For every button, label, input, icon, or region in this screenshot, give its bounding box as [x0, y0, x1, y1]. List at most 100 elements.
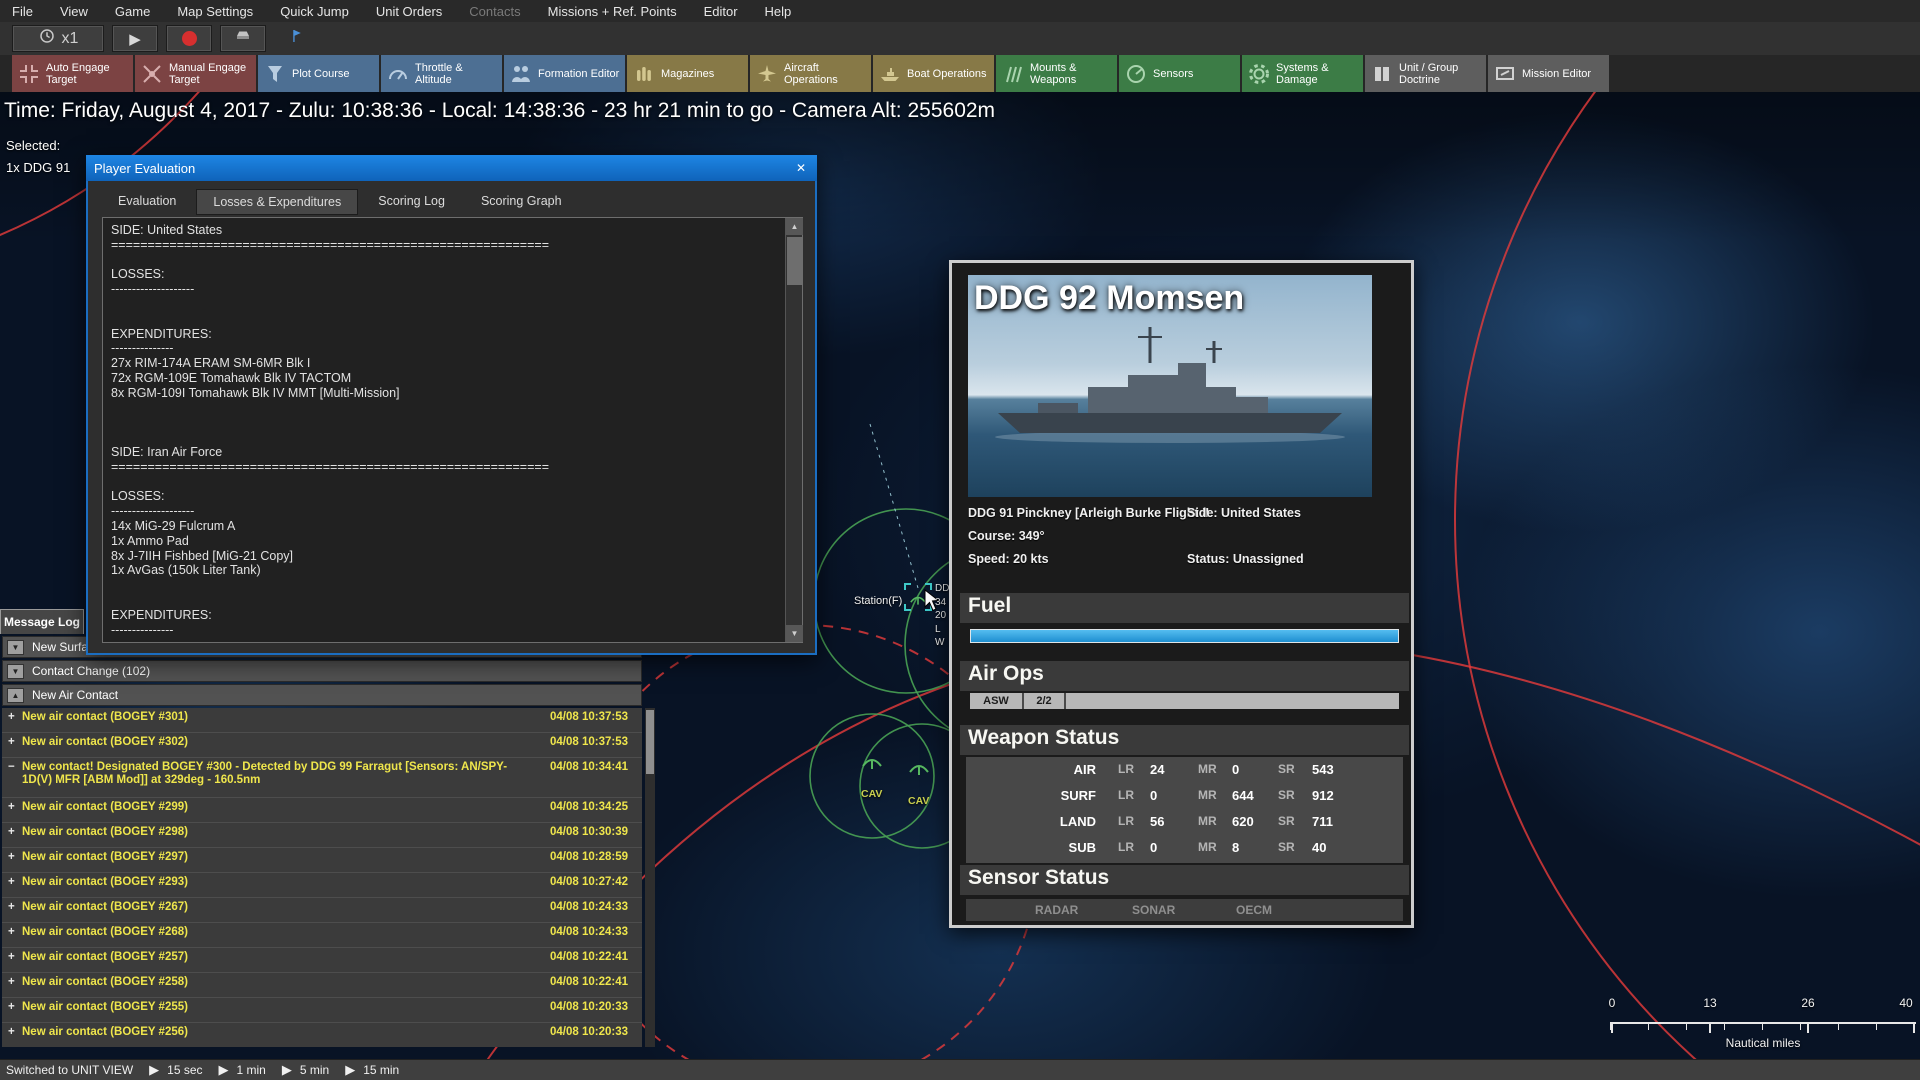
log-entry[interactable]: + New air contact (BOGEY #302) 04/08 10:37…	[2, 733, 642, 758]
scroll-down-icon[interactable]: ▼	[786, 625, 803, 642]
log-group-new-air-contact[interactable]: ▲ New Air Contact	[2, 684, 642, 706]
air-ops-asw-cell[interactable]: ASW	[970, 693, 1024, 709]
weapon-row-land: LAND LR 56 MR 620 SR 711	[1059, 814, 1333, 829]
dialog-title-bar[interactable]: Player Evaluation ✕	[86, 155, 817, 181]
transport-toolbar: x1 ▶	[0, 22, 1920, 55]
log-entry[interactable]: + New air contact (BOGEY #256) 04/08 10:20…	[2, 1023, 642, 1047]
ribbon-button-manual-engage-target[interactable]: Manual Engage Target	[135, 55, 256, 92]
app-window: Station(F) CAV CAV DD 34 20 L W File View …	[0, 0, 1920, 1080]
menu-file[interactable]: File	[12, 4, 33, 19]
message-log-panel: Message Log ▼ New Surfac ▼ Contact Chang…	[0, 609, 660, 1047]
log-entry[interactable]: + New air contact (BOGEY #293) 04/08 10:27…	[2, 873, 642, 898]
scroll-up-icon[interactable]: ▲	[786, 218, 803, 235]
weapon-row-surf: SURF LR 0 MR 644 SR 912	[1060, 788, 1334, 803]
unit-info-panel: DDG 92 Momsen DDG 91 Pinckney [Arleigh B…	[949, 260, 1414, 928]
log-entry[interactable]: + New air contact (BOGEY #268) 04/08 10:24…	[2, 923, 642, 948]
tab-losses-expenditures[interactable]: Losses & Expenditures	[196, 189, 359, 215]
log-entry[interactable]: + New air contact (BOGEY #255) 04/08 10:20…	[2, 998, 642, 1023]
log-entry[interactable]: + New air contact (BOGEY #297) 04/08 10:28…	[2, 848, 642, 873]
weapon-row-air: AIR LR 24 MR 0 SR 543	[1073, 762, 1334, 777]
tab-evaluation[interactable]: Evaluation	[102, 189, 192, 215]
play-5min-icon[interactable]: ▶	[282, 1062, 292, 1078]
throttle-icon	[386, 62, 410, 86]
ribbon-toolbar: Auto Engage Target Manual Engage Target …	[0, 55, 1920, 92]
log-entry[interactable]: + New air contact (BOGEY #298) 04/08 10:30…	[2, 823, 642, 848]
air-ops-ready-cell[interactable]: 2/2	[1024, 693, 1066, 709]
menu-game[interactable]: Game	[115, 4, 150, 19]
log-entry[interactable]: + New air contact (BOGEY #267) 04/08 10:24…	[2, 898, 642, 923]
play-1min-icon[interactable]: ▶	[219, 1062, 229, 1078]
boat-icon	[878, 62, 902, 86]
scale-tick-label: 0	[1608, 996, 1616, 1010]
log-entry[interactable]: + New air contact (BOGEY #299) 04/08 10:34…	[2, 798, 642, 823]
play-15sec-icon[interactable]: ▶	[149, 1062, 159, 1078]
sensor-sonar-toggle[interactable]: SONAR	[1132, 903, 1175, 917]
speed-label: x1	[61, 29, 79, 47]
chevron-down-icon[interactable]: ▼	[7, 639, 24, 655]
play-button[interactable]: ▶	[112, 25, 158, 52]
ribbon-button-plot-course[interactable]: Plot Course	[258, 55, 379, 92]
interval-5-min[interactable]: 5 min	[300, 1063, 329, 1077]
unit-side: Side: United States	[1187, 506, 1301, 520]
weapon-status-table: AIR LR 24 MR 0 SR 543 SURF LR 0 MR 644 SR 912 …	[966, 757, 1403, 863]
unit-label-cav-1: CAV	[861, 788, 883, 800]
scrollbar-thumb[interactable]	[646, 710, 654, 774]
dialog-scrollbar[interactable]: ▲ ▼	[785, 218, 803, 642]
record-button[interactable]	[166, 25, 212, 52]
ribbon-button-sensors[interactable]: Sensors	[1119, 55, 1240, 92]
menu-missions-ref-points[interactable]: Missions + Ref. Points	[548, 4, 677, 19]
ribbon-button-unit-group-doctrine[interactable]: Unit / Group Doctrine	[1365, 55, 1486, 92]
log-entry[interactable]: + New air contact (BOGEY #257) 04/08 10:22…	[2, 948, 642, 973]
menu-quick-jump[interactable]: Quick Jump	[280, 4, 349, 19]
ribbon-button-auto-engage-target[interactable]: Auto Engage Target	[12, 55, 133, 92]
menu-help[interactable]: Help	[765, 4, 792, 19]
menu-map-settings[interactable]: Map Settings	[177, 4, 253, 19]
menu-view[interactable]: View	[60, 4, 88, 19]
station-label: Station(F)	[854, 595, 903, 607]
menu-contacts[interactable]: Contacts	[469, 4, 520, 19]
scrollbar-thumb[interactable]	[787, 237, 802, 285]
ribbon-button-mounts-weapons[interactable]: Mounts & Weapons	[996, 55, 1117, 92]
ribbon-button-magazines[interactable]: Magazines	[627, 55, 748, 92]
menu-unit-orders[interactable]: Unit Orders	[376, 4, 442, 19]
chevron-up-icon[interactable]: ▲	[7, 687, 24, 703]
screenshot-button[interactable]	[220, 25, 266, 52]
ribbon-button-boat-operations[interactable]: Boat Operations	[873, 55, 994, 92]
tab-scoring-graph[interactable]: Scoring Graph	[465, 189, 578, 215]
log-entry[interactable]: − New contact! Designated BOGEY #300 - De…	[2, 758, 642, 798]
camera-icon	[233, 27, 253, 50]
close-icon[interactable]: ✕	[791, 159, 811, 177]
play-15min-icon[interactable]: ▶	[345, 1062, 355, 1078]
scale-minor-ticks	[1610, 1024, 1916, 1030]
ribbon-button-formation-editor[interactable]: Formation Editor	[504, 55, 625, 92]
time-compression-button[interactable]: x1	[12, 25, 104, 52]
interval-15-min[interactable]: 15 min	[363, 1063, 399, 1077]
message-log-tab[interactable]: Message Log	[0, 609, 84, 634]
menu-editor[interactable]: Editor	[704, 4, 738, 19]
interval-1-min[interactable]: 1 min	[237, 1063, 266, 1077]
ribbon-button-systems-damage[interactable]: Systems & Damage	[1242, 55, 1363, 92]
selected-label: Selected:	[6, 138, 61, 153]
ribbon-button-mission-editor[interactable]: Mission Editor	[1488, 55, 1609, 92]
air-ops-bar: ASW 2/2	[970, 693, 1399, 709]
dialog-tabs: Evaluation Losses & Expenditures Scoring…	[102, 189, 578, 215]
log-entry[interactable]: + New air contact (BOGEY #258) 04/08 10:22…	[2, 973, 642, 998]
ribbon-button-throttle-altitude[interactable]: Throttle & Altitude	[381, 55, 502, 92]
map-scale: 0 13 26 40 Nautical miles	[1608, 996, 1916, 1056]
log-group-contact-change[interactable]: ▼ Contact Change (102)	[2, 660, 642, 682]
tab-scoring-log[interactable]: Scoring Log	[362, 189, 461, 215]
log-entry[interactable]: + New air contact (BOGEY #301) 04/08 10:37…	[2, 708, 642, 733]
ribbon-button-aircraft-operations[interactable]: Aircraft Operations	[750, 55, 871, 92]
chevron-down-icon[interactable]: ▼	[7, 663, 24, 679]
unit-class-line: DDG 91 Pinckney [Arleigh Burke Flight II	[968, 506, 1210, 520]
bookmark-button[interactable]	[274, 25, 320, 52]
sensor-oecm-toggle[interactable]: OECM	[1236, 903, 1272, 917]
unit-status: Status: Unassigned	[1187, 552, 1304, 566]
record-icon	[181, 31, 197, 46]
weapon-row-sub: SUB LR 0 MR 8 SR 40	[1068, 840, 1327, 855]
interval-15-sec[interactable]: 15 sec	[167, 1063, 202, 1077]
weapon-status-header: Weapon Status	[960, 725, 1409, 755]
sensor-status-row: RADAR SONAR OECM	[966, 899, 1403, 921]
message-log-scrollbar[interactable]	[645, 708, 655, 1047]
sensor-radar-toggle[interactable]: RADAR	[1035, 903, 1078, 917]
